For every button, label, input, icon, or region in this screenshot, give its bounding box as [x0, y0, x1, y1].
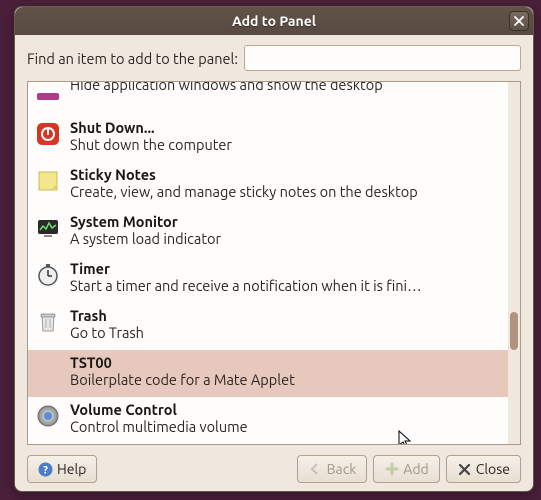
search-label: Find an item to add to the panel:	[27, 50, 238, 67]
close-icon	[514, 13, 524, 29]
window-close-button[interactable]	[509, 11, 529, 31]
back-button: Back	[297, 455, 368, 483]
titlebar[interactable]: Add to Panel	[15, 7, 533, 35]
dialog-window: Add to Panel Find an item to add to the …	[14, 6, 534, 492]
close-label: Close	[476, 461, 510, 477]
item-title: Volume Control	[70, 401, 500, 418]
back-label: Back	[327, 461, 357, 477]
item-title: Shut Down...	[70, 119, 500, 136]
search-row: Find an item to add to the panel:	[27, 45, 521, 71]
item-desc: Start a timer and receive a notification…	[70, 277, 500, 294]
item-desc: Control multimedia volume	[70, 418, 500, 435]
item-title: Sticky Notes	[70, 166, 500, 183]
show-desktop-icon	[36, 85, 60, 109]
item-desc: Boilerplate code for a Mate Applet	[70, 371, 500, 388]
dialog-content: Find an item to add to the panel: Hide a…	[15, 35, 533, 491]
item-title: System Monitor	[70, 213, 500, 230]
scrollbar-thumb[interactable]	[510, 312, 518, 350]
item-desc: Go to Trash	[70, 324, 500, 341]
item-desc: Create, view, and manage sticky notes on…	[70, 183, 500, 200]
scrollbar[interactable]	[508, 82, 520, 444]
list-item[interactable]: System Monitor A system load indicator	[28, 209, 508, 256]
help-icon: ?	[38, 462, 53, 477]
help-button[interactable]: ? Help	[27, 455, 97, 483]
list-item[interactable]: Hide application windows and show the de…	[28, 82, 508, 115]
list-item[interactable]: Timer Start a timer and receive a notifi…	[28, 256, 508, 303]
list-item[interactable]: Trash Go to Trash	[28, 303, 508, 350]
system-monitor-icon	[36, 216, 60, 240]
sticky-notes-icon	[36, 169, 60, 193]
trash-icon	[36, 310, 60, 334]
volume-icon	[36, 404, 60, 428]
button-row: ? Help Back Add	[27, 451, 521, 483]
search-input[interactable]	[244, 45, 521, 71]
list-item-selected[interactable]: TST00 Boilerplate code for a Mate Applet	[28, 350, 508, 397]
generic-icon	[36, 357, 60, 381]
list-item[interactable]: Sticky Notes Create, view, and manage st…	[28, 162, 508, 209]
item-desc: A system load indicator	[70, 230, 500, 247]
add-button: Add	[373, 455, 439, 483]
item-desc: Shut down the computer	[70, 136, 500, 153]
svg-text:?: ?	[43, 464, 48, 476]
item-desc: Hide application windows and show the de…	[70, 82, 500, 93]
item-title: TST00	[70, 354, 500, 371]
close-button[interactable]: Close	[446, 455, 521, 483]
list-item[interactable]: Volume Control Control multimedia volume	[28, 397, 508, 444]
item-title: Timer	[70, 260, 500, 277]
add-label: Add	[403, 461, 428, 477]
window-title: Add to Panel	[232, 13, 316, 29]
close-icon	[457, 462, 472, 477]
timer-icon	[36, 263, 60, 287]
item-title: Trash	[70, 307, 500, 324]
help-label: Help	[57, 461, 86, 477]
list-item[interactable]: Shut Down... Shut down the computer	[28, 115, 508, 162]
back-icon	[308, 462, 323, 477]
applet-list: Hide application windows and show the de…	[27, 81, 521, 445]
shutdown-icon	[36, 122, 60, 146]
add-icon	[384, 462, 399, 477]
